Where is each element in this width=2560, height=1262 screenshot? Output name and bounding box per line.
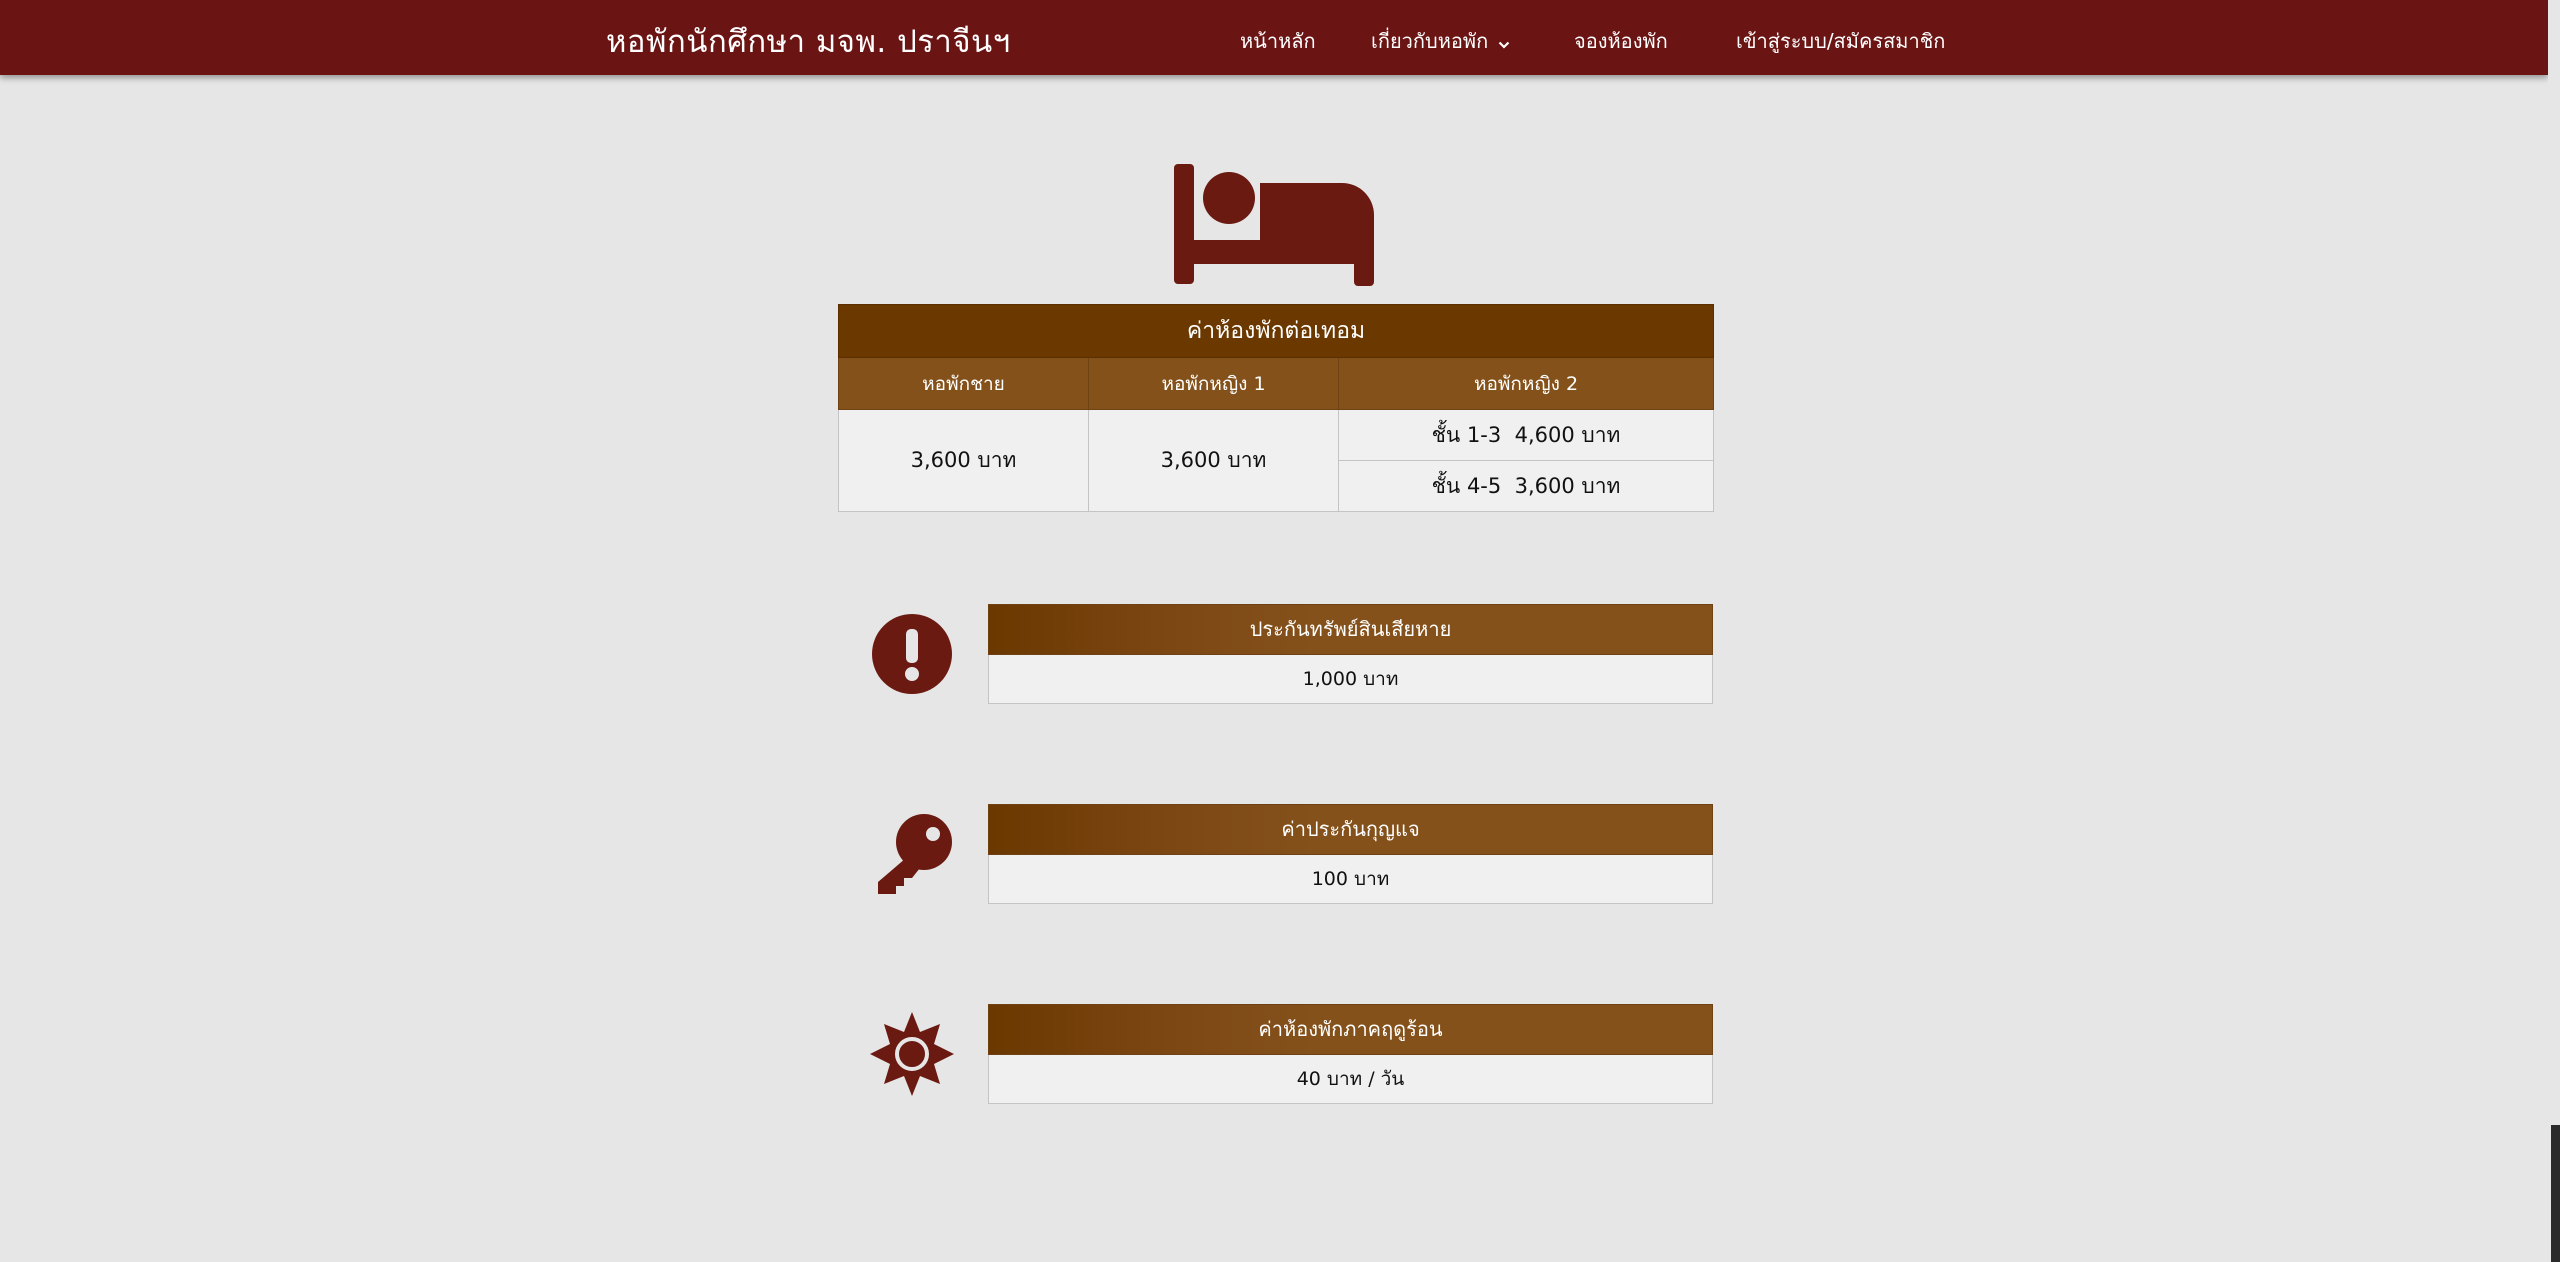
floor-price: 3,600 บาท xyxy=(1514,473,1621,498)
fee-card-summer-rate: ค่าห้องพักภาคฤดูร้อน 40 บาท / วัน xyxy=(988,1004,1713,1104)
fee-title: ค่าห้องพักภาคฤดูร้อน xyxy=(988,1004,1713,1055)
fee-card-property-deposit: ประกันทรัพย์สินเสียหาย 1,000 บาท xyxy=(988,604,1713,704)
fee-card-key-deposit: ค่าประกันกุญแจ 100 บาท xyxy=(988,804,1713,904)
floor-price: 4,600 บาท xyxy=(1514,422,1621,447)
nav-item-label: จองห้องพัก xyxy=(1574,29,1668,53)
sun-icon xyxy=(870,1012,954,1096)
nav-item-login-register[interactable]: เข้าสู่ระบบ/สมัครสมาชิก xyxy=(1736,25,1945,57)
female-dorm-1-price: 3,600 บาท xyxy=(1088,409,1339,512)
nav-item-label: เข้าสู่ระบบ/สมัครสมาชิก xyxy=(1736,29,1946,53)
female-dorm-2-floor-price: ชั้น 4-5 3,600 บาท xyxy=(1337,460,1715,512)
fee-value: 100 บาท xyxy=(988,855,1713,904)
female-dorm-2-floor-price: ชั้น 1-3 4,600 บาท xyxy=(1337,409,1715,461)
fee-title: ประกันทรัพย์สินเสียหาย xyxy=(988,604,1713,655)
nav-item-home[interactable]: หน้าหลัก xyxy=(1240,25,1316,57)
rate-table-title: ค่าห้องพักต่อเทอม xyxy=(837,304,1715,358)
scrollbar-track[interactable] xyxy=(2548,0,2560,1262)
bed-icon xyxy=(1174,164,1374,286)
male-dorm-price: 3,600 บาท xyxy=(838,409,1089,512)
top-navbar: หอพักนักศึกษา มจพ. ปราจีนฯ หน้าหลัก เกี่… xyxy=(0,0,2548,75)
column-header-male-dorm: หอพักชาย xyxy=(838,357,1089,410)
fee-value: 40 บาท / วัน xyxy=(988,1055,1713,1104)
nav-item-label: หน้าหลัก xyxy=(1240,29,1316,53)
nav-item-about[interactable]: เกี่ยวกับหอพัก xyxy=(1371,25,1510,57)
nav-item-label: เกี่ยวกับหอพัก xyxy=(1371,29,1489,53)
key-icon xyxy=(878,814,952,894)
exclamation-circle-icon xyxy=(872,614,952,694)
chevron-down-icon xyxy=(1498,31,1510,55)
column-header-female-dorm-2: หอพักหญิง 2 xyxy=(1337,357,1715,410)
site-brand[interactable]: หอพักนักศึกษา มจพ. ปราจีนฯ xyxy=(606,16,1011,66)
fee-title: ค่าประกันกุญแจ xyxy=(988,804,1713,855)
fee-value: 1,000 บาท xyxy=(988,655,1713,704)
nav-item-booking[interactable]: จองห้องพัก xyxy=(1574,25,1668,57)
floor-range: ชั้น 1-3 xyxy=(1431,422,1502,447)
column-header-female-dorm-1: หอพักหญิง 1 xyxy=(1088,357,1339,410)
floor-range: ชั้น 4-5 xyxy=(1431,473,1502,498)
scrollbar-thumb[interactable] xyxy=(2551,1125,2560,1262)
room-rate-table: ค่าห้องพักต่อเทอม หอพักชาย หอพักหญิง 1 ห… xyxy=(837,304,1715,512)
